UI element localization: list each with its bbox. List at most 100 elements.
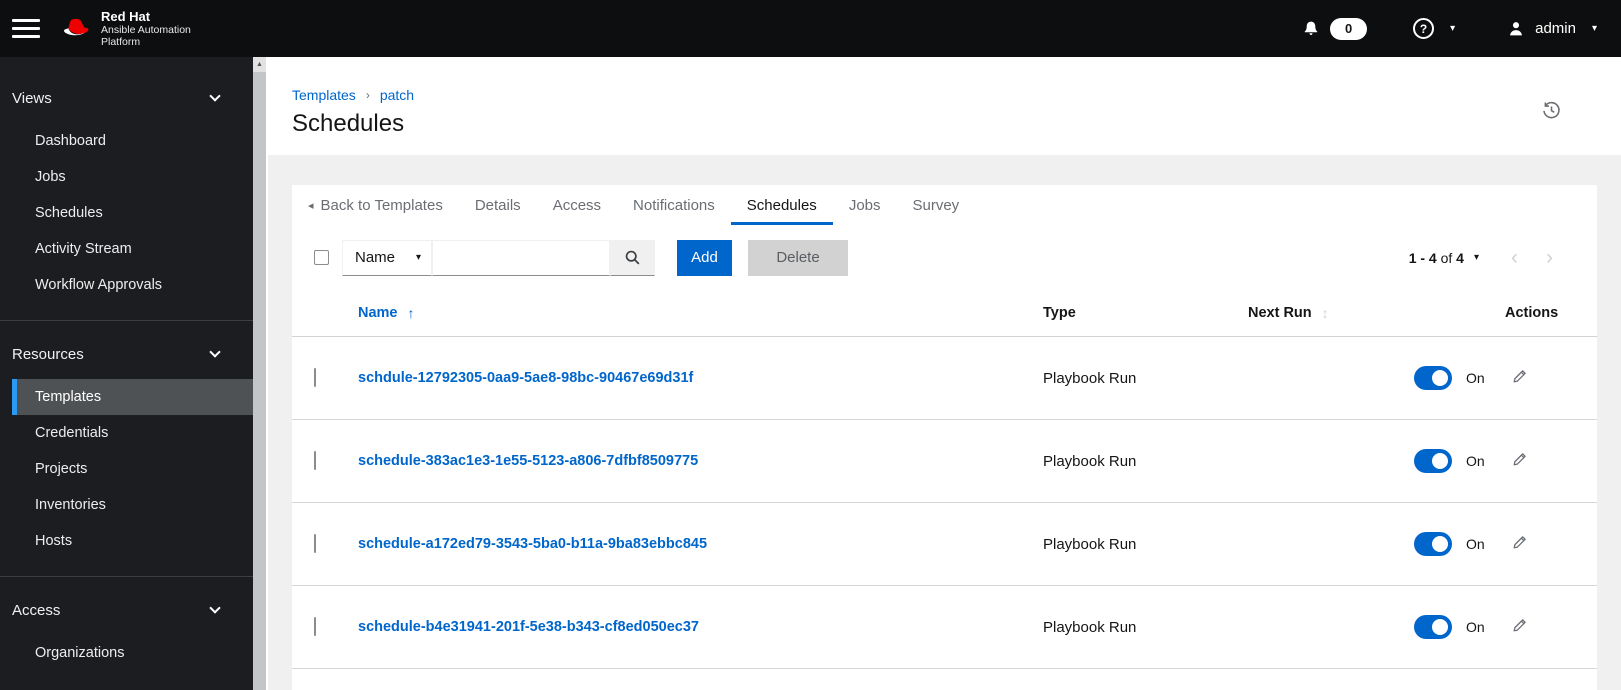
help-icon[interactable]: ? [1413, 18, 1435, 39]
sidebar-item-hosts[interactable]: Hosts [0, 523, 253, 559]
sidebar-item-credentials[interactable]: Credentials [0, 415, 253, 451]
row-checkbox[interactable] [314, 617, 316, 636]
breadcrumb-templates-link[interactable]: Templates [292, 87, 356, 103]
edit-schedule-button[interactable] [1509, 366, 1530, 390]
help-caret-icon[interactable]: ▾ [1450, 23, 1455, 34]
tab-survey[interactable]: Survey [897, 185, 976, 225]
sidebar-divider [0, 320, 253, 321]
pencil-icon [1513, 370, 1526, 383]
sidebar-item-jobs[interactable]: Jobs [0, 159, 253, 195]
redhat-fedora-icon [64, 18, 89, 35]
main-content: Templates › patch Schedules ◂ Back to Te… [268, 57, 1621, 690]
table-row: schedule-383ac1e3-1e55-5123-a806-7dfbf85… [292, 420, 1597, 503]
brand-name: Red Hat [101, 8, 151, 24]
schedule-toggle-switch[interactable] [1414, 615, 1452, 639]
filter-type-select[interactable]: Name ▾ [342, 239, 432, 276]
edit-schedule-button[interactable] [1509, 449, 1530, 473]
tab-label: Back to Templates [320, 196, 443, 214]
help-menu[interactable]: ? ▾ [1413, 18, 1455, 39]
pagination-next-button[interactable]: › [1532, 247, 1567, 268]
tab-label: Details [474, 196, 521, 214]
tab-notifications[interactable]: Notifications [617, 185, 731, 225]
spacer-band [268, 155, 1621, 185]
delete-button[interactable]: Delete [748, 239, 848, 276]
user-icon [1510, 21, 1523, 35]
hamburger-menu-icon[interactable] [12, 19, 40, 38]
sidebar-item-activity-stream[interactable]: Activity Stream [0, 231, 253, 267]
brand-product-line2: Platform [101, 35, 141, 48]
page-header: Templates › patch Schedules [268, 57, 1621, 155]
sidebar-item-inventories[interactable]: Inventories [0, 487, 253, 523]
select-all-checkbox[interactable] [314, 250, 329, 265]
row-checkbox[interactable] [314, 368, 316, 387]
notifications-bell-icon[interactable] [1302, 20, 1320, 38]
schedule-toggle-switch[interactable] [1414, 366, 1452, 390]
column-header-actions: Actions [1489, 305, 1597, 321]
tab-access[interactable]: Access [537, 185, 617, 225]
breadcrumb-patch-link[interactable]: patch [380, 87, 414, 103]
schedule-name-link[interactable]: schedule-a172ed79-3543-5ba0-b11a-9ba83eb… [358, 536, 707, 552]
sidebar-item-dashboard[interactable]: Dashboard [0, 123, 253, 159]
column-header-label: Next Run [1248, 305, 1312, 321]
sidebar-item-schedules[interactable]: Schedules [0, 195, 253, 231]
column-header-name[interactable]: Name ↑ [340, 305, 1027, 321]
column-header-next-run[interactable]: Next Run ↕ [1232, 305, 1398, 321]
edit-schedule-button[interactable] [1509, 615, 1530, 639]
tab-jobs[interactable]: Jobs [833, 185, 897, 225]
schedule-name-link[interactable]: schedule-b4e31941-201f-5e38-b343-cf8ed05… [358, 619, 699, 635]
tab-schedules[interactable]: Schedules [731, 185, 833, 225]
pagination-total: 4 [1456, 249, 1464, 266]
sidebar-item-workflow-approvals[interactable]: Workflow Approvals [0, 267, 253, 303]
schedule-toggle-switch[interactable] [1414, 532, 1452, 556]
schedule-name-link[interactable]: schdule-12792305-0aa9-5ae8-98bc-90467e69… [358, 370, 693, 386]
table-row: schdule-12792305-0aa9-5ae8-98bc-90467e69… [292, 337, 1597, 420]
sidebar-item-organizations[interactable]: Organizations [0, 635, 253, 671]
search-input[interactable] [432, 239, 610, 276]
sidebar-item-templates[interactable]: Templates [12, 379, 253, 415]
back-triangle-icon: ◂ [308, 199, 314, 212]
user-menu[interactable]: admin ▾ [1507, 20, 1597, 38]
pagination-prev-button[interactable]: ‹ [1497, 247, 1532, 268]
pagination-caret-icon[interactable]: ▾ [1474, 252, 1479, 263]
scrollbar-up-arrow[interactable]: ▲ [253, 57, 266, 72]
tab-label: Schedules [746, 196, 817, 214]
search-button[interactable] [610, 239, 655, 276]
notification-count-badge[interactable]: 0 [1330, 17, 1368, 40]
tab-back-to-templates[interactable]: ◂ Back to Templates [292, 185, 459, 225]
tab-details[interactable]: Details [459, 185, 537, 225]
sidebar-item-label: Hosts [35, 533, 73, 549]
chevron-down-icon [209, 346, 221, 358]
toggle-state-label: On [1466, 370, 1485, 386]
brand-product-line1: Ansible Automation [101, 23, 191, 36]
chevron-down-icon [209, 602, 221, 614]
history-button[interactable] [1542, 101, 1561, 123]
nav-group-resources[interactable]: Resources [0, 343, 253, 365]
row-checkbox[interactable] [314, 451, 316, 470]
sidebar-item-label: Inventories [35, 497, 106, 513]
toggle-state-label: On [1466, 453, 1485, 469]
page-title: Schedules [292, 110, 405, 137]
add-button[interactable]: Add [677, 239, 732, 276]
breadcrumb-separator-icon: › [365, 88, 370, 102]
column-header-label: Type [1043, 305, 1076, 321]
schedule-toggle-switch[interactable] [1414, 449, 1452, 473]
list-toolbar: Name ▾ Add Delete 1 - 4 of 4 ▾ ‹ › [292, 225, 1597, 290]
schedule-name-link[interactable]: schedule-383ac1e3-1e55-5123-a806-7dfbf85… [358, 453, 698, 469]
toggle-state-label: On [1466, 619, 1485, 635]
pagination-of-label: of [1440, 249, 1453, 266]
edit-schedule-button[interactable] [1509, 532, 1530, 556]
row-checkbox[interactable] [314, 534, 316, 553]
pagination-range: 1 - 4 [1408, 249, 1437, 266]
toggle-knob [1432, 453, 1448, 469]
tab-label: Survey [912, 196, 960, 214]
tab-label: Jobs [848, 196, 881, 214]
user-caret-icon[interactable]: ▾ [1592, 23, 1597, 34]
search-icon [625, 250, 640, 265]
scrollbar-thumb[interactable] [253, 72, 266, 690]
pagination: 1 - 4 of 4 ▾ ‹ › [1409, 247, 1567, 268]
nav-group-access[interactable]: Access [0, 599, 253, 621]
sidebar-item-projects[interactable]: Projects [0, 451, 253, 487]
pencil-icon [1513, 453, 1526, 466]
column-header-label: Actions [1505, 305, 1559, 321]
nav-group-views[interactable]: Views [0, 87, 253, 109]
